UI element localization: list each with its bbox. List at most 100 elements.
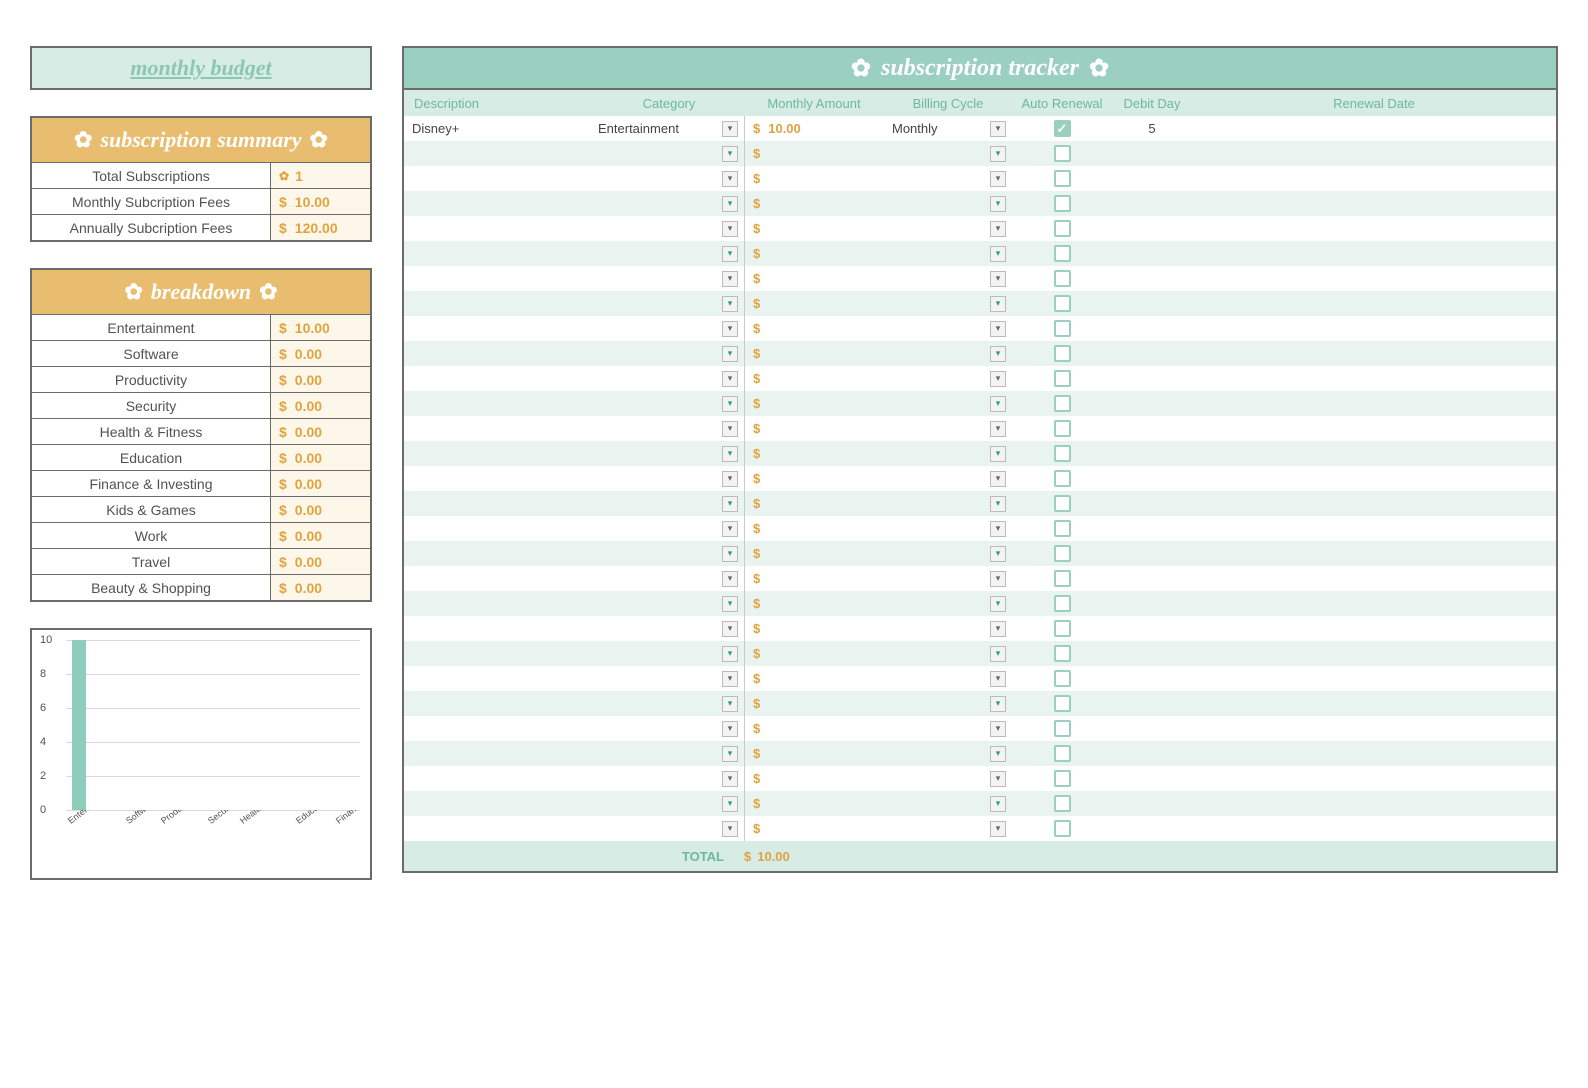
chevron-down-icon[interactable]: ▾ [722,321,738,337]
chevron-down-icon[interactable]: ▾ [722,571,738,587]
cell-category[interactable]: ▾ [594,141,744,166]
chevron-down-icon[interactable]: ▾ [722,671,738,687]
cell-renewal-date[interactable] [1192,466,1556,491]
cell-billing[interactable]: ▾ [884,491,1012,516]
cell-category[interactable]: ▾ [594,416,744,441]
chevron-down-icon[interactable]: ▾ [990,621,1006,637]
cell-renewal-date[interactable] [1192,191,1556,216]
checkbox[interactable] [1054,520,1071,537]
chevron-down-icon[interactable]: ▾ [722,146,738,162]
cell-auto-renewal[interactable] [1012,191,1112,216]
cell-billing[interactable]: ▾ [884,216,1012,241]
cell-renewal-date[interactable] [1192,341,1556,366]
chevron-down-icon[interactable]: ▾ [990,746,1006,762]
chevron-down-icon[interactable]: ▾ [990,596,1006,612]
cell-description[interactable]: Disney+ [404,116,594,141]
cell-renewal-date[interactable] [1192,541,1556,566]
checkbox[interactable] [1054,645,1071,662]
cell-category[interactable]: ▾ [594,816,744,841]
cell-renewal-date[interactable] [1192,416,1556,441]
chevron-down-icon[interactable]: ▾ [990,246,1006,262]
cell-amount[interactable]: $ [744,716,884,741]
cell-debit-day[interactable] [1112,541,1192,566]
chevron-down-icon[interactable]: ▾ [722,521,738,537]
cell-debit-day[interactable] [1112,666,1192,691]
cell-billing[interactable]: ▾ [884,591,1012,616]
cell-auto-renewal[interactable] [1012,216,1112,241]
chevron-down-icon[interactable]: ▾ [990,721,1006,737]
cell-debit-day[interactable] [1112,591,1192,616]
cell-auto-renewal[interactable] [1012,591,1112,616]
cell-billing[interactable]: ▾ [884,466,1012,491]
cell-description[interactable] [404,691,594,716]
chevron-down-icon[interactable]: ▾ [990,496,1006,512]
cell-description[interactable] [404,166,594,191]
checkbox[interactable] [1054,820,1071,837]
cell-renewal-date[interactable] [1192,291,1556,316]
cell-auto-renewal[interactable] [1012,341,1112,366]
checkbox[interactable] [1054,570,1071,587]
chevron-down-icon[interactable]: ▾ [722,546,738,562]
chevron-down-icon[interactable]: ▾ [990,371,1006,387]
chevron-down-icon[interactable]: ▾ [990,396,1006,412]
cell-debit-day[interactable] [1112,266,1192,291]
cell-amount[interactable]: $ [744,291,884,316]
cell-billing[interactable]: ▾ [884,616,1012,641]
chevron-down-icon[interactable]: ▾ [990,521,1006,537]
cell-billing[interactable]: ▾ [884,541,1012,566]
cell-category[interactable]: ▾ [594,616,744,641]
cell-auto-renewal[interactable] [1012,166,1112,191]
chevron-down-icon[interactable]: ▾ [722,246,738,262]
cell-description[interactable] [404,516,594,541]
cell-category[interactable]: ▾ [594,166,744,191]
cell-category[interactable]: ▾ [594,641,744,666]
checkbox[interactable] [1054,320,1071,337]
chevron-down-icon[interactable]: ▾ [990,646,1006,662]
cell-amount[interactable]: $ [744,316,884,341]
cell-auto-renewal[interactable] [1012,316,1112,341]
cell-auto-renewal[interactable] [1012,491,1112,516]
cell-description[interactable] [404,191,594,216]
chevron-down-icon[interactable]: ▾ [722,646,738,662]
cell-description[interactable] [404,666,594,691]
chevron-down-icon[interactable]: ▾ [990,696,1006,712]
cell-category[interactable]: ▾ [594,466,744,491]
cell-renewal-date[interactable] [1192,241,1556,266]
cell-debit-day[interactable] [1112,166,1192,191]
checkbox[interactable] [1054,595,1071,612]
cell-description[interactable] [404,341,594,366]
checkbox[interactable] [1054,470,1071,487]
cell-amount[interactable]: $ [744,166,884,191]
checkbox[interactable] [1054,120,1071,137]
cell-category[interactable]: Entertainment▾ [594,116,744,141]
chevron-down-icon[interactable]: ▾ [990,671,1006,687]
chevron-down-icon[interactable]: ▾ [990,146,1006,162]
chevron-down-icon[interactable]: ▾ [722,471,738,487]
cell-debit-day[interactable] [1112,141,1192,166]
checkbox[interactable] [1054,770,1071,787]
cell-amount[interactable]: $10.00 [744,116,884,141]
cell-debit-day[interactable] [1112,191,1192,216]
cell-amount[interactable]: $ [744,616,884,641]
cell-auto-renewal[interactable] [1012,266,1112,291]
cell-description[interactable] [404,141,594,166]
chevron-down-icon[interactable]: ▾ [722,621,738,637]
cell-category[interactable]: ▾ [594,541,744,566]
cell-amount[interactable]: $ [744,766,884,791]
cell-billing[interactable]: ▾ [884,166,1012,191]
cell-auto-renewal[interactable] [1012,566,1112,591]
cell-amount[interactable]: $ [744,541,884,566]
cell-billing[interactable]: ▾ [884,316,1012,341]
cell-amount[interactable]: $ [744,566,884,591]
checkbox[interactable] [1054,395,1071,412]
cell-billing[interactable]: ▾ [884,716,1012,741]
cell-renewal-date[interactable] [1192,691,1556,716]
checkbox[interactable] [1054,295,1071,312]
chevron-down-icon[interactable]: ▾ [722,746,738,762]
cell-billing[interactable]: ▾ [884,566,1012,591]
cell-debit-day[interactable] [1112,441,1192,466]
cell-debit-day[interactable] [1112,716,1192,741]
chevron-down-icon[interactable]: ▾ [990,421,1006,437]
cell-category[interactable]: ▾ [594,516,744,541]
cell-amount[interactable]: $ [744,191,884,216]
